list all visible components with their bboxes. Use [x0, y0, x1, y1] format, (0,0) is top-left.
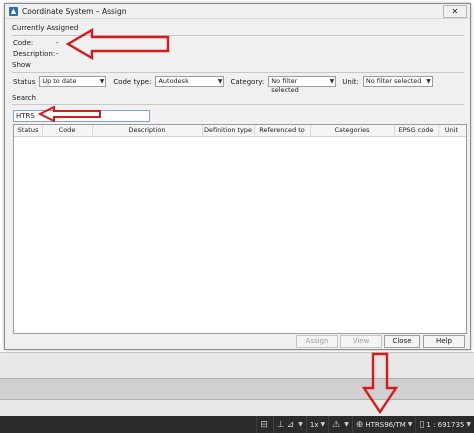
column-header-definition-type[interactable]: Definition type — [202, 125, 255, 136]
column-header-status[interactable]: Status — [14, 125, 43, 136]
ucs-icon: ⊥ — [276, 419, 285, 430]
map-scale-value: 1 : 691735 — [426, 420, 465, 429]
unit-select[interactable]: No filter selected ▼ — [362, 76, 433, 87]
status-bar: ⊟ ⊥ ⊿ ▼ 1x ▼ ⚠ ▼ ⊕ HTRS96/TM ▼ ▯ 1 : 691… — [0, 416, 474, 433]
dialog-title: Coordinate System – Assign — [22, 6, 127, 16]
globe-icon: ⊕ — [355, 419, 364, 430]
coordinate-system-value: HTRS96/TM — [365, 420, 406, 429]
search-label: Search — [12, 94, 37, 102]
status-item-map-scale[interactable]: ▯ 1 : 691735 ▼ — [415, 416, 474, 433]
results-table[interactable]: Status Code Description Definition type … — [13, 124, 467, 334]
code-value: - — [56, 39, 59, 47]
annotation-arrow-down-icon — [362, 352, 398, 414]
chevron-down-icon: ▼ — [344, 421, 349, 428]
chevron-down-icon: ▼ — [217, 78, 223, 85]
code-row: Code: - — [13, 39, 59, 47]
chevron-down-icon: ▼ — [99, 78, 105, 85]
table-header: Status Code Description Definition type … — [14, 125, 466, 137]
annotation-scale-icon: ⚠ — [332, 419, 341, 430]
status-item-annotation[interactable]: ⚠ ▼ — [328, 416, 352, 433]
status-select-value: Up to date — [42, 77, 77, 85]
status-item-scale[interactable]: 1x ▼ — [305, 416, 328, 433]
category-select[interactable]: No filter selected ▼ — [268, 76, 337, 94]
chevron-down-icon: ▼ — [329, 78, 335, 85]
section-divider — [12, 104, 464, 105]
chevron-down-icon: ▼ — [466, 421, 471, 428]
autocad-logo-icon: ▲ — [9, 6, 18, 16]
scale-label: 1x — [309, 420, 319, 429]
chevron-down-icon: ▼ — [426, 78, 431, 85]
description-row: Description: - — [13, 50, 59, 58]
close-button[interactable]: Close — [384, 335, 420, 348]
chevron-down-icon: ▼ — [298, 421, 303, 428]
column-header-categories[interactable]: Categories — [310, 125, 395, 136]
code-type-select-value: Autodesk — [158, 77, 189, 85]
grid-icon: ⊟ — [260, 419, 268, 430]
unit-label: Unit: — [342, 77, 359, 86]
code-label: Code: — [13, 39, 34, 47]
assign-button[interactable]: Assign — [296, 335, 338, 348]
filter-bar: Status Up to date ▼ Code type: Autodesk … — [13, 76, 433, 94]
description-label: Description: — [13, 50, 56, 58]
code-type-select[interactable]: Autodesk ▼ — [155, 76, 225, 87]
chevron-down-icon: ▼ — [320, 421, 326, 428]
column-header-epsg-code[interactable]: EPSG code — [394, 125, 439, 136]
command-line-area — [0, 378, 474, 400]
status-item-workspace[interactable]: ⊟ — [256, 416, 273, 433]
status-label: Status — [13, 77, 36, 86]
status-item-ucs[interactable]: ⊥ ⊿ ▼ — [272, 416, 306, 433]
status-item-coordinate-system[interactable]: ⊕ HTRS96/TM ▼ — [351, 416, 416, 433]
column-header-referenced-to[interactable]: Referenced to — [254, 125, 311, 136]
code-type-label: Code type: — [113, 77, 152, 86]
column-header-description[interactable]: Description — [92, 125, 203, 136]
annotation-arrow-left-icon — [66, 28, 170, 60]
page-icon: ▯ — [419, 419, 425, 430]
view-button[interactable]: View — [340, 335, 382, 348]
category-select-value: No filter selected — [271, 77, 299, 94]
description-value: - — [56, 50, 59, 58]
status-select[interactable]: Up to date ▼ — [39, 76, 107, 87]
section-divider — [12, 72, 464, 73]
ortho-icon: ⊿ — [286, 419, 295, 430]
close-window-button[interactable]: ✕ — [443, 4, 467, 18]
unit-select-value: No filter selected — [365, 77, 422, 85]
show-label: Show — [12, 61, 31, 69]
category-label: Category: — [230, 77, 265, 86]
column-header-code[interactable]: Code — [42, 125, 93, 136]
chevron-down-icon: ▼ — [407, 421, 413, 428]
help-button[interactable]: Help — [423, 335, 465, 348]
annotation-arrow-left-icon — [38, 106, 101, 122]
dialog-titlebar: ▲ Coordinate System – Assign ✕ — [5, 4, 470, 19]
column-header-unit[interactable]: Unit — [438, 125, 465, 136]
